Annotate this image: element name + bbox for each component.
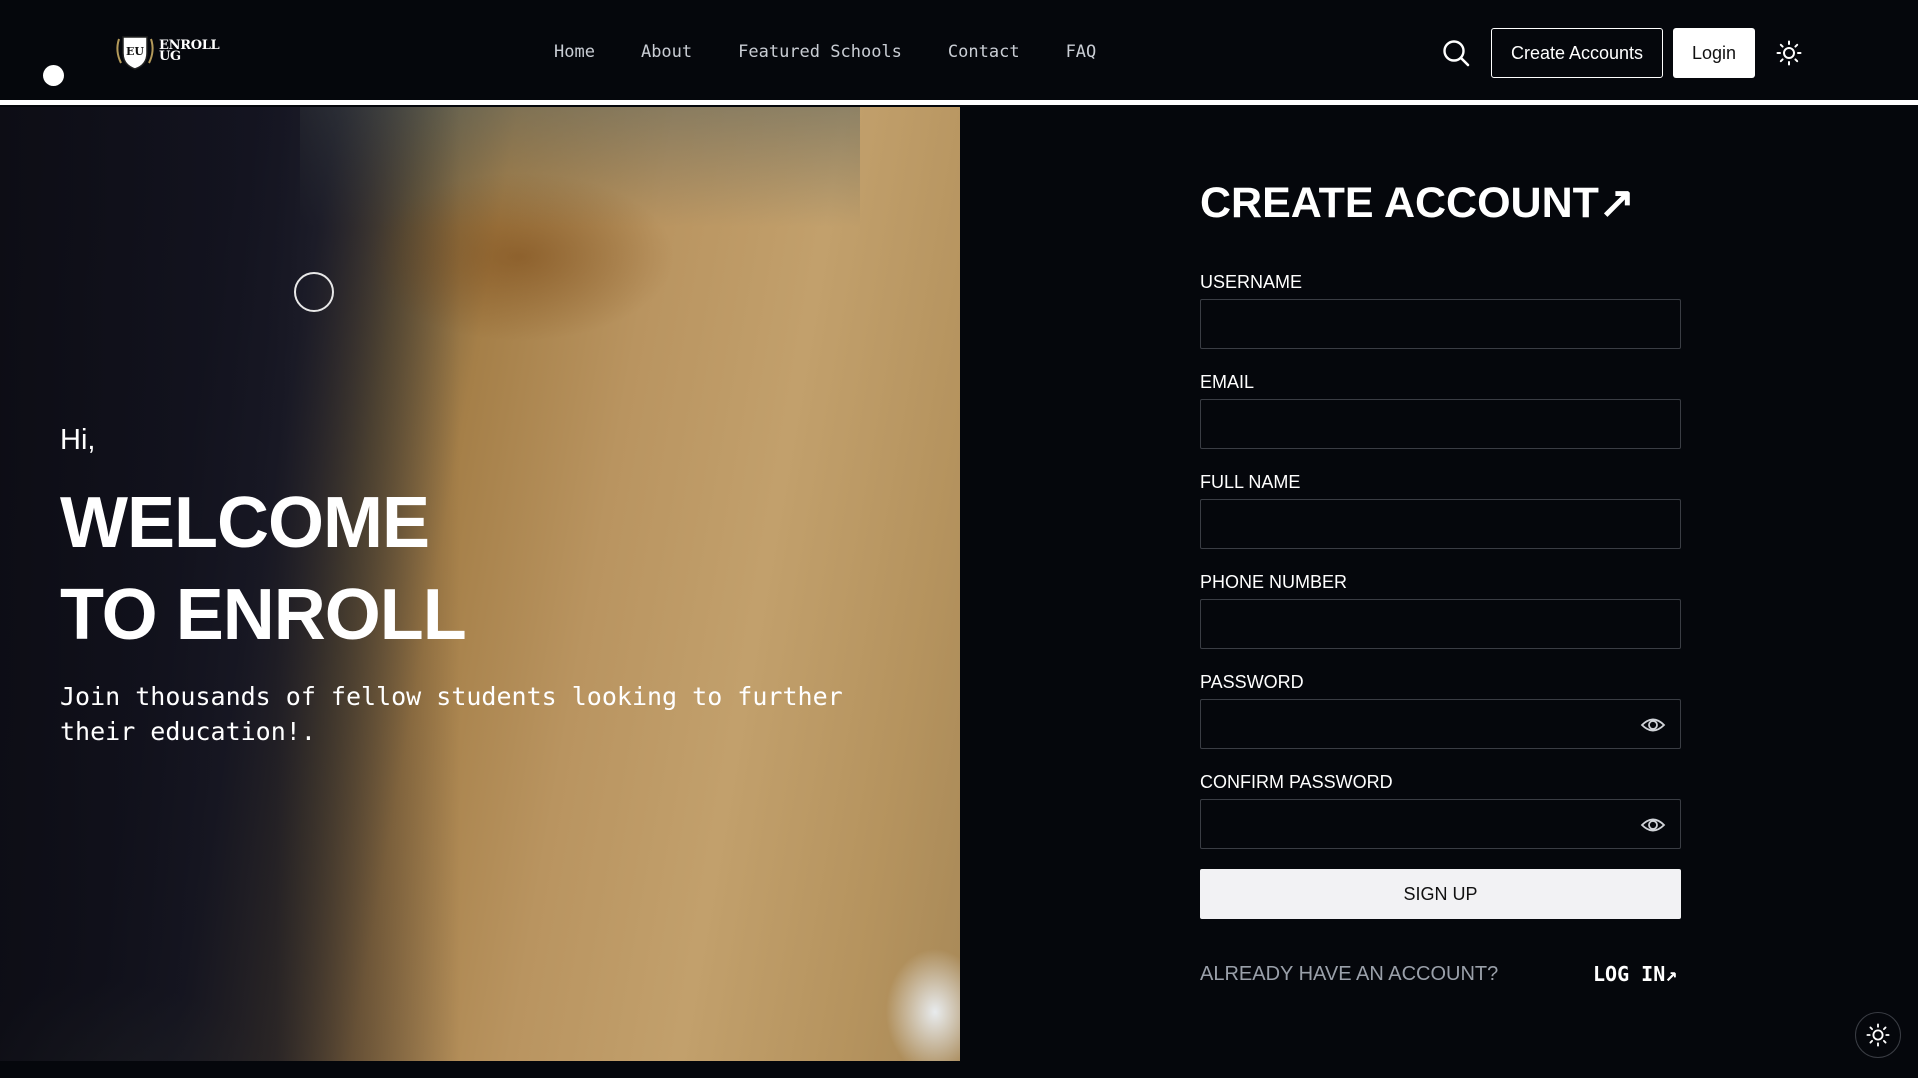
nav-home[interactable]: Home xyxy=(554,42,595,62)
nav-about[interactable]: About xyxy=(641,42,692,62)
eye-icon[interactable] xyxy=(1640,713,1666,737)
phone-number-label: PHONE NUMBER xyxy=(1200,572,1348,592)
log-in-link[interactable]: LOG IN↗ xyxy=(1593,962,1677,986)
create-accounts-button[interactable]: Create Accounts xyxy=(1491,28,1663,78)
sign-up-button[interactable]: SIGN UP xyxy=(1200,869,1681,919)
search-icon[interactable] xyxy=(1441,38,1471,68)
nav-faq[interactable]: FAQ xyxy=(1066,42,1097,62)
password-label: PASSWORD xyxy=(1200,672,1304,692)
email-input[interactable] xyxy=(1201,400,1680,448)
hero-greeting: Hi, xyxy=(60,424,96,456)
hero-subtitle: Join thousands of fellow students lookin… xyxy=(60,682,843,746)
form-title: CREATE ACCOUNT↗ xyxy=(1200,179,1635,227)
cursor-dot xyxy=(43,65,64,86)
full-name-input[interactable] xyxy=(1201,500,1680,548)
login-button[interactable]: Login xyxy=(1673,28,1755,78)
username-field[interactable] xyxy=(1200,299,1681,349)
confirm-password-input[interactable] xyxy=(1201,800,1680,848)
hero-image-panel: Hi, WELCOME TO ENROLL Join thousands of … xyxy=(0,107,960,1061)
sun-icon xyxy=(1866,1023,1890,1047)
hero-title-line2: TO ENROLL xyxy=(60,575,467,655)
username-input[interactable] xyxy=(1201,300,1680,348)
phone-number-input[interactable] xyxy=(1201,600,1680,648)
confirm-password-label: CONFIRM PASSWORD xyxy=(1200,772,1393,792)
full-name-field[interactable] xyxy=(1200,499,1681,549)
phone-number-field[interactable] xyxy=(1200,599,1681,649)
confirm-password-field[interactable] xyxy=(1200,799,1681,849)
main-nav: Home About Featured Schools Contact FAQ xyxy=(554,42,1142,62)
theme-toggle-button[interactable] xyxy=(1855,1012,1901,1058)
hero-title-line1: WELCOME xyxy=(60,483,430,563)
email-label: EMAIL xyxy=(1200,372,1255,392)
full-name-label: FULL NAME xyxy=(1200,472,1301,492)
nav-contact[interactable]: Contact xyxy=(948,42,1020,62)
sun-icon[interactable] xyxy=(1776,40,1802,66)
hero-title: WELCOME TO ENROLL xyxy=(60,477,467,661)
logo[interactable]: EU ENROLL UG xyxy=(113,30,220,72)
cursor-ring xyxy=(294,272,334,312)
email-field[interactable] xyxy=(1200,399,1681,449)
logo-text: ENROLL UG xyxy=(159,39,220,63)
eye-icon[interactable] xyxy=(1640,813,1666,837)
already-have-account-text: ALREADY HAVE AN ACCOUNT? xyxy=(1200,963,1499,985)
password-field[interactable] xyxy=(1200,699,1681,749)
top-navbar: EU ENROLL UG Home About Featured Schools… xyxy=(0,0,1918,100)
crest-icon: EU xyxy=(116,36,154,70)
username-label: USERNAME xyxy=(1200,272,1303,292)
header-divider xyxy=(0,100,1918,105)
svg-text:EU: EU xyxy=(126,45,144,58)
nav-featured-schools[interactable]: Featured Schools xyxy=(738,42,902,62)
password-input[interactable] xyxy=(1201,700,1680,748)
